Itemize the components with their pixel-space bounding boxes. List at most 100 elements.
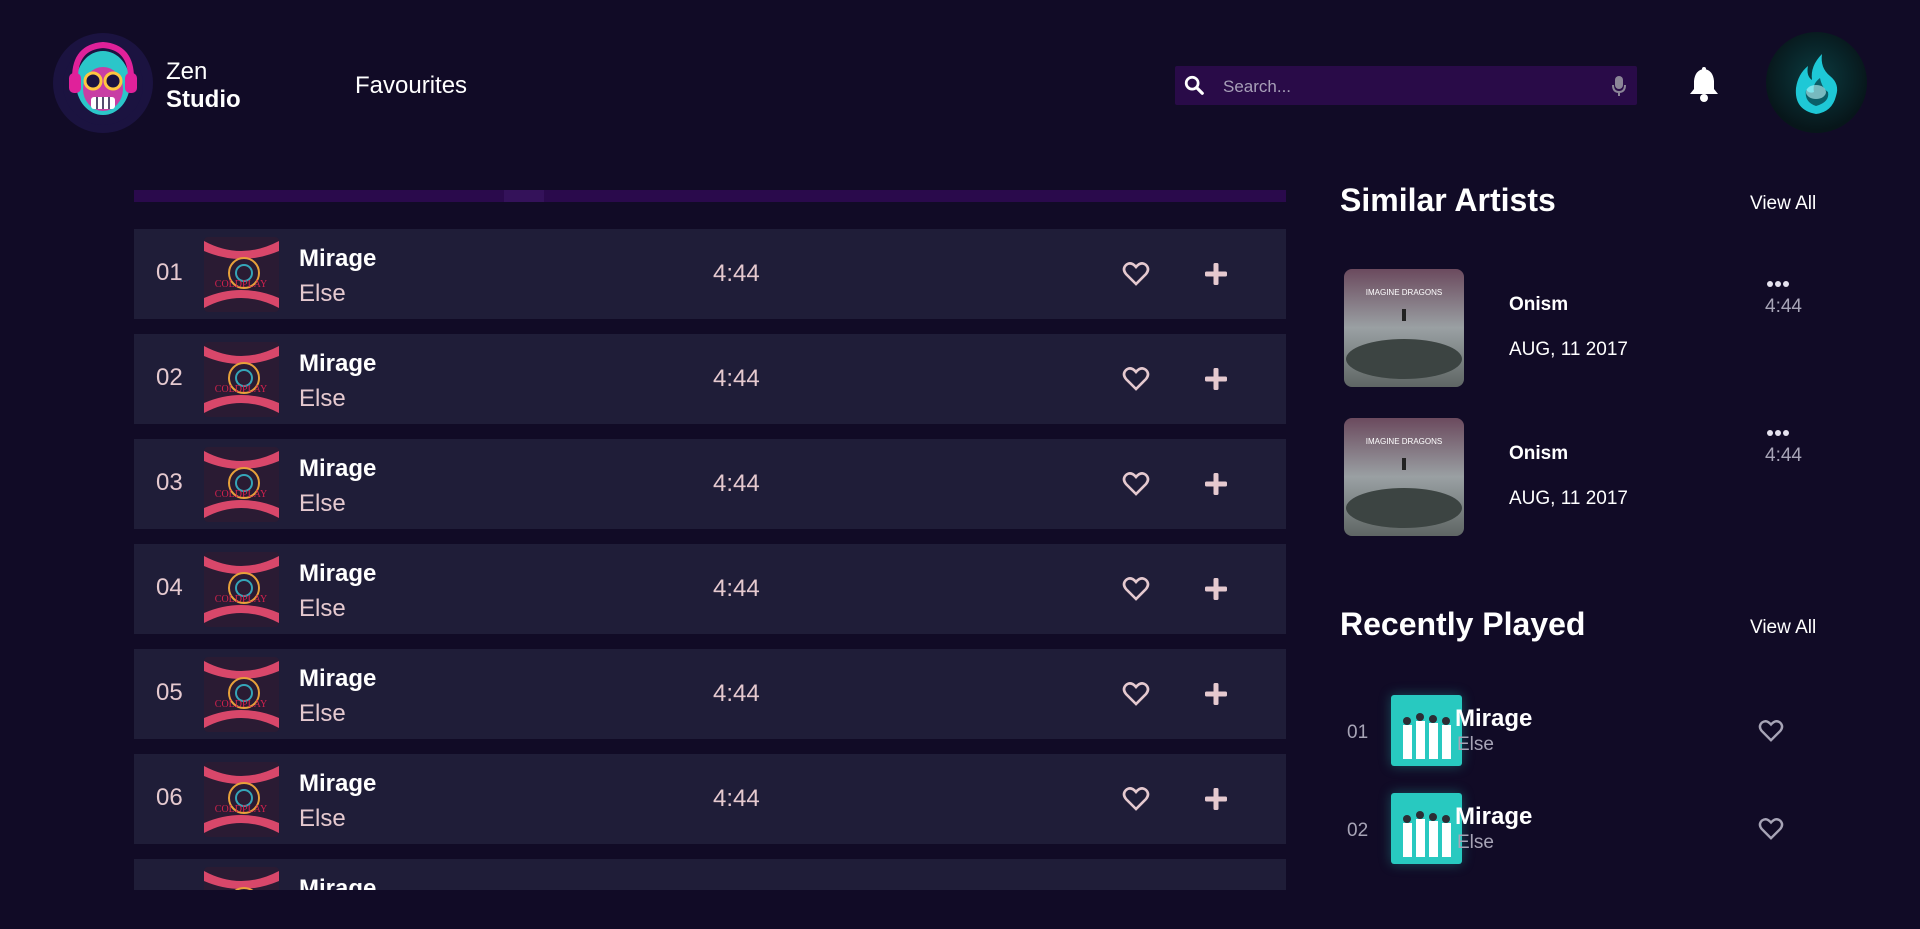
more-dots-icon[interactable] [1766,275,1790,293]
track-title[interactable]: Mirage [299,350,376,378]
more-dots-icon[interactable] [1766,424,1790,442]
artist-date: AUG, 11 2017 [1509,339,1629,360]
svg-text:COLDPLAY: COLDPLAY [215,594,267,605]
recent-track-title[interactable]: Mirage [1455,803,1532,831]
track-duration: 4:44 [713,365,760,392]
artist-album-art: IMAGINE DRAGONS [1344,418,1464,536]
track-title[interactable]: Mirage [299,245,376,273]
track-artist[interactable]: Else [299,595,346,623]
track-row[interactable]: 07 COLDPLAY Mirage Else 4:44 [134,859,1286,890]
track-row[interactable]: 01 COLDPLAY Mirage Else 4:44 [134,229,1286,319]
track-row[interactable]: 04 COLDPLAY Mirage Else 4:44 [134,544,1286,634]
artist-date: AUG, 11 2017 [1509,488,1629,509]
recently-played-view-all[interactable]: View All [1750,617,1816,639]
album-cover: COLDPLAY [204,657,279,732]
user-avatar[interactable] [1766,32,1867,133]
similar-artist-item[interactable]: IMAGINE DRAGONS Onism AUG, 11 2017 4:44 [1344,418,1814,538]
search-icon[interactable] [1183,74,1205,101]
recent-track-cover [1391,695,1462,766]
flame-avatar-icon [1795,54,1838,114]
recent-track-artist[interactable]: Else [1457,734,1494,756]
track-row[interactable]: 05 COLDPLAY Mirage Else 4:44 [134,649,1286,739]
track-artist[interactable]: Else [299,280,346,308]
track-number: 04 [156,574,183,601]
heart-icon[interactable] [1122,786,1150,817]
recent-track-item[interactable]: 01 Mirage Else [1344,695,1814,767]
track-duration: 4:44 [713,260,760,287]
track-list: 01 COLDPLAY Mirage Else 4:44 02 COLDPLAY… [134,229,1286,890]
search-bar [1175,66,1637,107]
plus-icon[interactable] [1204,682,1228,711]
brand-name: Zen Studio [166,58,241,114]
track-number: 05 [156,679,183,706]
plus-icon[interactable] [1204,472,1228,501]
heart-icon[interactable] [1122,576,1150,607]
track-row[interactable]: 06 COLDPLAY Mirage Else 4:44 [134,754,1286,844]
album-cover: COLDPLAY [204,342,279,417]
recent-track-number: 01 [1347,722,1369,743]
track-duration: 4:44 [713,470,760,497]
track-title[interactable]: Mirage [299,560,376,588]
artist-track-length: 4:44 [1765,445,1802,466]
recently-played-title: Recently Played [1340,606,1586,642]
track-duration: 4:44 [713,575,760,602]
svg-text:COLDPLAY: COLDPLAY [215,279,267,290]
track-list-scrollbar[interactable] [134,190,1286,202]
heart-icon[interactable] [1758,719,1784,748]
brand-line-2: Studio [166,86,241,113]
album-cover: COLDPLAY [204,552,279,627]
track-artist[interactable]: Else [299,700,346,728]
svg-text:COLDPLAY: COLDPLAY [215,804,267,815]
heart-icon[interactable] [1122,366,1150,397]
brand-line-1: Zen [166,58,208,85]
svg-text:IMAGINE DRAGONS: IMAGINE DRAGONS [1366,288,1442,297]
track-title[interactable]: Mirage [299,875,376,890]
album-cover: COLDPLAY [204,447,279,522]
track-number: 02 [156,364,183,391]
svg-text:COLDPLAY: COLDPLAY [215,384,267,395]
track-number: 03 [156,469,183,496]
heart-icon[interactable] [1122,261,1150,292]
track-title[interactable]: Mirage [299,455,376,483]
artist-name[interactable]: Onism [1509,443,1568,465]
heart-icon[interactable] [1122,681,1150,712]
similar-artist-item[interactable]: IMAGINE DRAGONS Onism AUG, 11 2017 4:44 [1344,269,1814,389]
album-cover: COLDPLAY [204,762,279,837]
svg-text:COLDPLAY: COLDPLAY [215,699,267,710]
scroll-thumb[interactable] [504,190,544,202]
track-artist[interactable]: Else [299,490,346,518]
album-cover: COLDPLAY [204,237,279,312]
plus-icon[interactable] [1204,262,1228,291]
nav-favourites-link[interactable]: Favourites [355,72,467,100]
track-number: 06 [156,784,183,811]
track-artist[interactable]: Else [299,385,346,413]
similar-artists-title: Similar Artists [1340,182,1556,218]
track-row[interactable]: 03 COLDPLAY Mirage Else 4:44 [134,439,1286,529]
recent-track-title[interactable]: Mirage [1455,705,1532,733]
artist-name[interactable]: Onism [1509,294,1568,316]
bell-icon[interactable] [1686,66,1722,109]
plus-icon[interactable] [1204,367,1228,396]
heart-icon[interactable] [1758,817,1784,846]
album-cover: COLDPLAY [204,867,279,890]
track-title[interactable]: Mirage [299,770,376,798]
plus-icon[interactable] [1204,577,1228,606]
recent-track-artist[interactable]: Else [1457,832,1494,854]
track-artist[interactable]: Else [299,805,346,833]
track-duration: 4:44 [713,785,760,812]
microphone-icon[interactable] [1611,75,1627,102]
recent-track-number: 02 [1347,820,1369,841]
artist-album-art: IMAGINE DRAGONS [1344,269,1464,387]
track-title[interactable]: Mirage [299,665,376,693]
track-duration: 4:44 [713,680,760,707]
artist-track-length: 4:44 [1765,296,1802,317]
brand-logo[interactable] [53,33,153,133]
track-number: 01 [156,259,183,286]
similar-artists-view-all[interactable]: View All [1750,193,1816,215]
track-row[interactable]: 02 COLDPLAY Mirage Else 4:44 [134,334,1286,424]
search-input[interactable] [1221,66,1585,107]
plus-icon[interactable] [1204,787,1228,816]
monkey-logo-icon [63,41,143,125]
heart-icon[interactable] [1122,471,1150,502]
recent-track-item[interactable]: 02 Mirage Else [1344,793,1814,865]
